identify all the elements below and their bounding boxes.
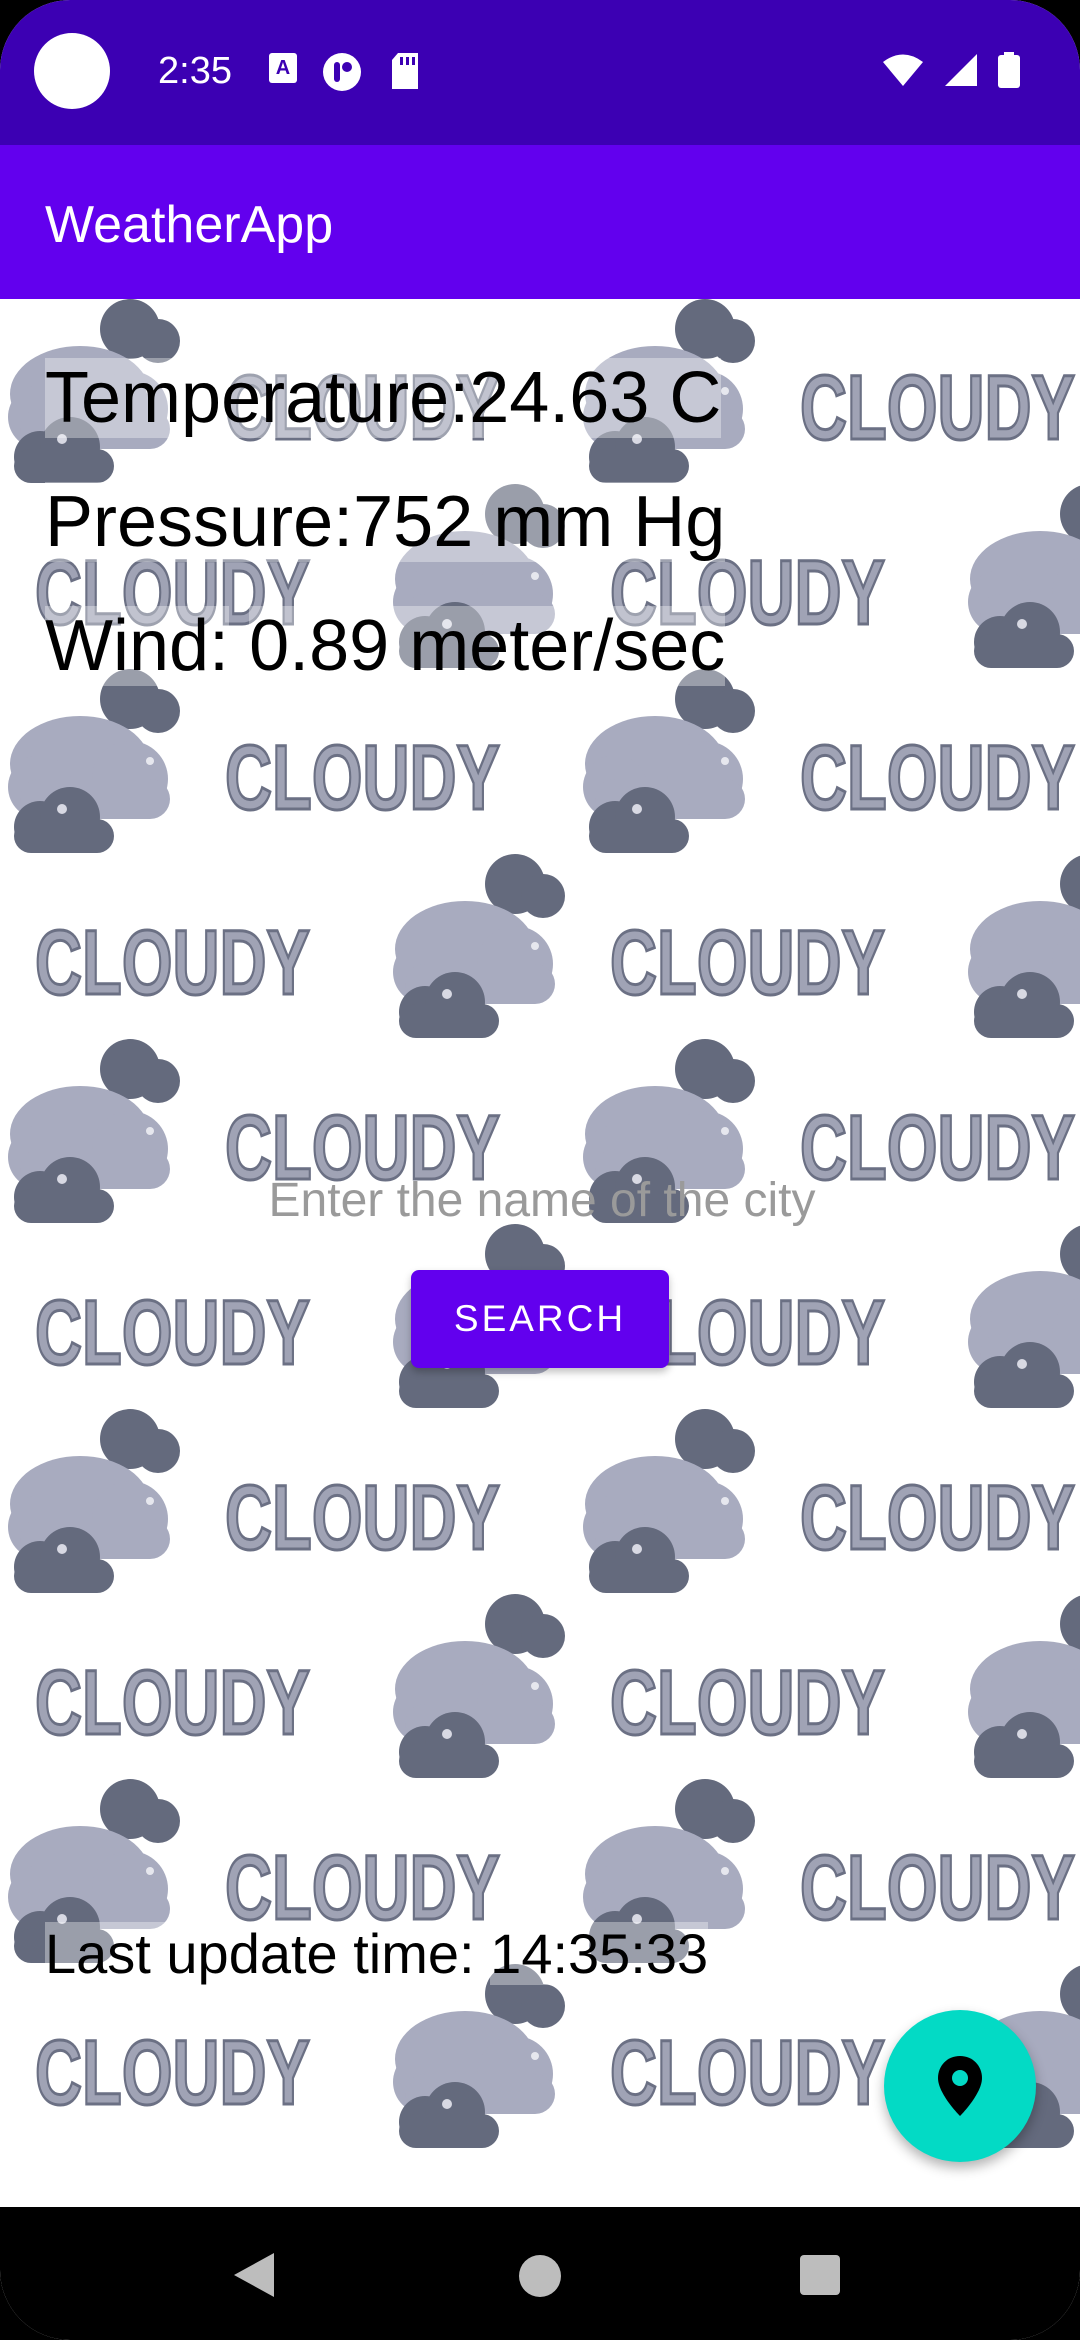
cloudy-pattern-text: CLOUDY — [610, 2022, 885, 2124]
cloud-icon — [583, 669, 755, 853]
temperature-value: 24.63 C — [469, 358, 722, 438]
cloudy-pattern-text: CLOUDY — [35, 1282, 310, 1384]
cloud-icon — [968, 1594, 1080, 1778]
battery-icon — [998, 52, 1020, 88]
camera-cutout — [34, 33, 110, 109]
home-icon[interactable] — [519, 2255, 561, 2297]
status-bar: 2:35 A — [0, 0, 1080, 145]
phone-screen: 2:35 A WeatherApp CLOUDY CLOUDY CLOUDY C… — [0, 0, 1080, 2340]
pressure-label: Pressure: — [45, 482, 354, 562]
cloudy-pattern-text: CLOUDY — [610, 912, 885, 1014]
back-icon[interactable] — [232, 2251, 276, 2299]
cloudy-pattern-text: CLOUDY — [800, 1467, 1075, 1569]
temperature-row: Temperature:24.63 C — [45, 357, 722, 439]
status-time: 2:35 — [158, 50, 232, 92]
temperature-label: Temperature: — [45, 358, 470, 438]
pressure-value: 752 mm Hg — [353, 482, 726, 562]
wind-value: 0.89 meter/sec — [249, 606, 726, 686]
cloudy-pattern-text: CLOUDY — [225, 727, 500, 829]
cloudy-pattern-text: CLOUDY — [800, 1837, 1075, 1939]
cloudy-pattern-text: CLOUDY — [35, 912, 310, 1014]
cloudy-pattern-text: CLOUDY — [800, 357, 1075, 459]
cloudy-pattern-text: CLOUDY — [35, 1652, 310, 1754]
pressure-row: Pressure:752 mm Hg — [45, 481, 726, 563]
main-content: CLOUDY CLOUDY CLOUDY CLOUDY CLOUDY CLOUDY CLO… — [0, 299, 1080, 2207]
wifi-icon — [883, 54, 923, 86]
last-update-label: Last update time: — [45, 1922, 475, 1985]
navigation-bar — [0, 2207, 1080, 2340]
cloud-icon — [968, 484, 1080, 668]
last-update-row: Last update time: 14:35:33 — [45, 1921, 709, 1986]
app-bar: WeatherApp — [0, 145, 1080, 299]
cloud-icon — [393, 1594, 565, 1778]
cloud-icon — [8, 1409, 180, 1593]
cloudy-pattern-text: CLOUDY — [35, 2022, 310, 2124]
app-title: WeatherApp — [45, 196, 334, 254]
cloud-icon — [968, 1224, 1080, 1408]
search-button[interactable]: SEARCH — [411, 1270, 669, 1368]
cloud-icon — [8, 1039, 180, 1223]
recents-icon[interactable] — [800, 2255, 840, 2295]
location-fab[interactable] — [884, 2010, 1036, 2162]
sd-card-icon — [392, 53, 418, 89]
cloud-icon — [8, 669, 180, 853]
sync-icon — [323, 53, 361, 91]
cloudy-pattern-text: CLOUDY — [225, 1467, 500, 1569]
wind-label: Wind: — [45, 606, 230, 686]
cloud-icon — [393, 854, 565, 1038]
wind-row: Wind: 0.89 meter/sec — [45, 605, 726, 687]
city-search-input[interactable] — [160, 1159, 924, 1241]
cloudy-pattern-text: CLOUDY — [610, 1652, 885, 1754]
cloud-icon — [583, 1409, 755, 1593]
last-update-value: 14:35:33 — [490, 1922, 709, 1985]
svg-text:A: A — [276, 57, 290, 79]
cloudy-pattern-text: CLOUDY — [800, 727, 1075, 829]
cloud-icon — [968, 854, 1080, 1038]
location-pin-icon — [938, 2056, 982, 2116]
signal-icon — [945, 54, 977, 86]
cloud-icon — [393, 1964, 565, 2148]
text-a-icon: A — [269, 53, 297, 83]
status-right-icons — [882, 52, 1020, 88]
